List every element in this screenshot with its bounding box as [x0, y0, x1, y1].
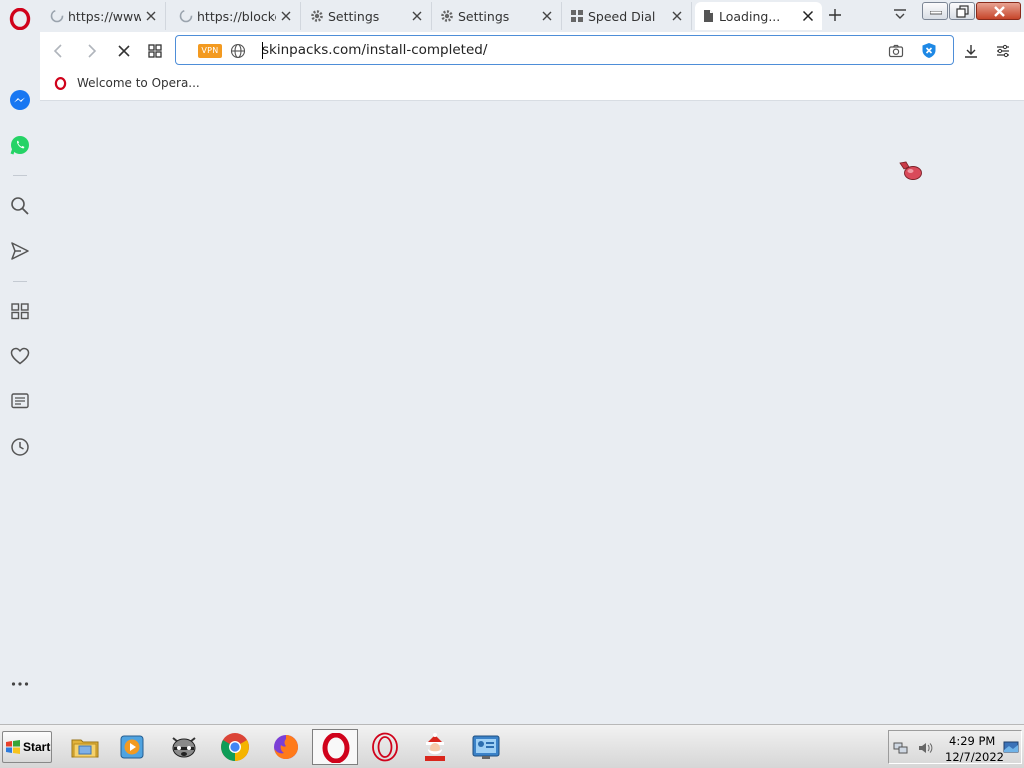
taskbar-file-explorer[interactable] — [62, 729, 108, 765]
close-icon[interactable] — [409, 8, 425, 24]
minimize-button[interactable] — [922, 2, 948, 20]
opera-menu-icon[interactable] — [9, 8, 31, 30]
heart-icon[interactable] — [9, 345, 31, 367]
taskbar-opera[interactable] — [312, 729, 358, 765]
bookmarks-bar: Welcome to Opera... — [40, 69, 1024, 101]
text-caret — [262, 42, 263, 59]
vpn-badge[interactable]: VPN — [198, 44, 222, 58]
windows-logo-icon — [6, 740, 20, 754]
tab-strip: https://www.c https://blocke Settings Se… — [0, 0, 1024, 32]
gear-icon — [441, 10, 453, 22]
show-desktop-icon[interactable] — [1003, 740, 1019, 756]
tab-6-active[interactable]: Loading... — [695, 2, 822, 30]
tab-menu-icon[interactable] — [892, 7, 908, 23]
taskbar-raccoon-app[interactable] — [161, 729, 207, 765]
sidebar-divider — [13, 175, 27, 176]
santa-icon — [425, 733, 445, 761]
whatsapp-icon[interactable] — [9, 134, 31, 156]
system-tray: 4:29 PM 12/7/2022 — [888, 730, 1022, 764]
speed-dial-icon[interactable] — [9, 300, 31, 322]
url-text[interactable]: skinpacks.com/install-completed/ — [262, 42, 487, 58]
busy-cursor-icon — [899, 161, 922, 180]
firefox-icon — [274, 735, 298, 759]
opera-icon — [322, 733, 350, 763]
taskbar-chrome[interactable] — [212, 729, 258, 765]
tab-title: https://www.c — [68, 8, 141, 24]
snapshot-icon[interactable] — [888, 43, 904, 59]
tab-2[interactable]: https://blocke — [173, 2, 301, 30]
forward-icon[interactable] — [82, 42, 100, 60]
tab-3[interactable]: Settings — [304, 2, 432, 30]
history-icon[interactable] — [9, 436, 31, 458]
clock-time[interactable]: 4:29 PM — [949, 734, 995, 748]
raccoon-icon — [172, 737, 196, 758]
file-explorer-icon — [71, 739, 99, 758]
send-icon[interactable] — [9, 240, 31, 262]
opera-gx-icon — [372, 732, 398, 762]
grid-icon — [571, 10, 583, 22]
taskbar-control-panel[interactable] — [463, 729, 509, 765]
restore-button[interactable] — [949, 2, 975, 20]
taskbar-firefox[interactable] — [263, 729, 309, 765]
start-button[interactable]: Start — [2, 731, 52, 763]
restore-icon — [956, 5, 969, 18]
adblock-shield-icon[interactable] — [921, 42, 937, 59]
easy-setup-icon[interactable] — [994, 42, 1012, 60]
control-panel-icon — [472, 735, 500, 759]
stop-loading-icon[interactable] — [115, 42, 133, 60]
close-icon[interactable] — [669, 8, 685, 24]
bookmark-label: Welcome to Opera... — [77, 76, 200, 90]
new-tab-icon[interactable] — [826, 6, 844, 24]
taskbar-media-player[interactable] — [110, 729, 156, 765]
close-icon[interactable] — [143, 8, 159, 24]
tab-1[interactable]: https://www.c — [44, 2, 166, 30]
media-player-icon — [120, 735, 144, 759]
downloads-icon[interactable] — [962, 42, 980, 60]
more-icon[interactable] — [9, 673, 31, 695]
close-icon — [994, 6, 1005, 17]
taskbar-opera-gx[interactable] — [362, 729, 408, 765]
taskbar: Start 4:29 PM 12/7/2022 — [0, 724, 1024, 768]
sidebar-divider — [13, 281, 27, 282]
close-icon[interactable] — [278, 8, 294, 24]
bookmark-welcome-to-opera[interactable]: Welcome to Opera... — [54, 76, 200, 90]
page-content[interactable] — [40, 102, 1024, 724]
opera-icon — [54, 76, 67, 90]
sidebar — [0, 32, 40, 724]
page-icon — [704, 10, 713, 22]
loading-icon — [179, 9, 193, 23]
close-window-button[interactable] — [976, 2, 1021, 20]
close-icon[interactable] — [800, 8, 816, 24]
loading-icon — [50, 9, 64, 23]
messenger-icon[interactable] — [9, 89, 31, 111]
address-bar[interactable]: VPN skinpacks.com/install-completed/ — [175, 35, 954, 65]
close-icon[interactable] — [539, 8, 555, 24]
start-label: Start — [23, 740, 51, 754]
tab-4[interactable]: Settings — [434, 2, 562, 30]
tab-grid-icon[interactable] — [146, 42, 164, 60]
volume-icon[interactable] — [917, 740, 933, 756]
chrome-icon — [221, 733, 249, 761]
tab-title: https://blocke — [197, 8, 276, 24]
navigation-bar: VPN skinpacks.com/install-completed/ — [40, 32, 1024, 69]
network-icon[interactable] — [893, 740, 909, 756]
gear-icon — [311, 10, 323, 22]
news-icon[interactable] — [9, 390, 31, 412]
clock-date[interactable]: 12/7/2022 — [945, 750, 1004, 764]
tab-5[interactable]: Speed Dial — [564, 2, 692, 30]
minimize-icon — [930, 11, 942, 15]
taskbar-santa-app[interactable] — [412, 729, 458, 765]
back-icon[interactable] — [50, 42, 68, 60]
globe-icon[interactable] — [230, 43, 246, 59]
search-icon[interactable] — [9, 195, 31, 217]
